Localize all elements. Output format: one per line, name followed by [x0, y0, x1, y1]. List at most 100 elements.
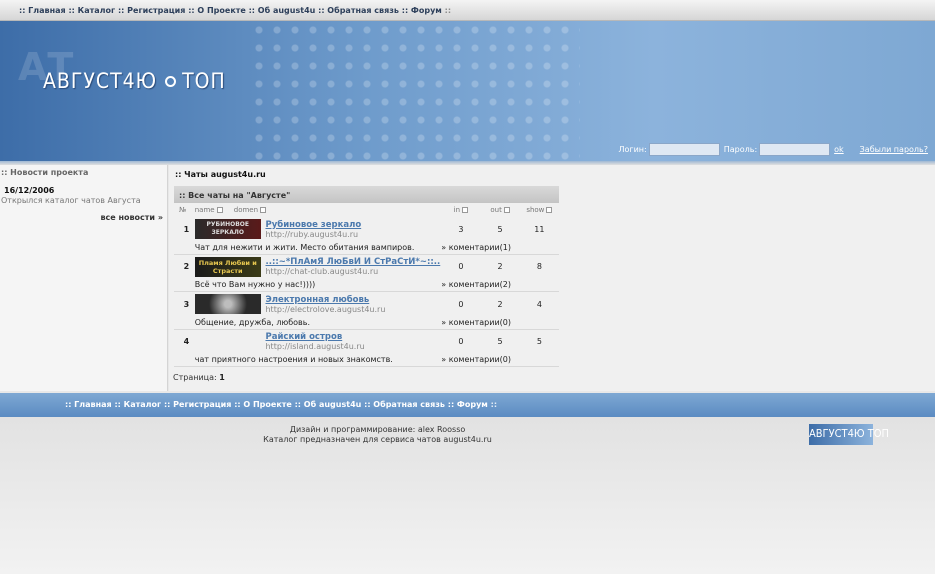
- logo-text-left: АВГУСТ4Ю: [43, 69, 158, 93]
- footnav-item[interactable]: :: Об august4u: [295, 400, 362, 409]
- sort-domen-checkbox[interactable]: [260, 207, 267, 213]
- topnav-item[interactable]: :: Регистрация: [118, 6, 185, 15]
- row-info: Электронная любовь http://electrolove.aug…: [262, 292, 441, 317]
- chat-title-link[interactable]: ..::~*ПлАмЯ ЛюБвИ И СтРаСтИ*~::..: [265, 257, 441, 267]
- table-row-description: Чат для нежити и жити. Место обитания ва…: [174, 241, 559, 255]
- site-logo[interactable]: АВГУСТ4Ю ТОП: [43, 69, 226, 93]
- forgot-password-link[interactable]: Забыли пароль?: [860, 145, 928, 154]
- panel-title: :: Все чаты на "Августе": [174, 186, 559, 203]
- sort-show-checkbox[interactable]: [546, 207, 553, 213]
- sort-out-checkbox[interactable]: [503, 207, 510, 213]
- chat-banner[interactable]: [195, 332, 261, 352]
- chat-show: 8: [536, 262, 542, 271]
- chat-url: http://electrolove.august4u.ru: [265, 304, 386, 314]
- page-title: :: Чаты august4u.ru: [175, 170, 266, 179]
- chat-out: 2: [497, 262, 503, 271]
- chat-in: 3: [458, 224, 464, 234]
- row-info: Райский остров http://island.august4u.ru: [262, 329, 441, 354]
- all-news-link[interactable]: все новости »: [100, 213, 163, 222]
- chat-description: Чат для нежити и жити. Место обитания ва…: [194, 241, 442, 255]
- row-thumb-cell: [195, 329, 263, 354]
- page-link[interactable]: 1: [219, 373, 225, 382]
- site-header: АТ АВГУСТ4Ю ТОП Логин: Пароль: ok Забыли пар…: [0, 21, 935, 161]
- news-title: :: Новости проекта: [1, 168, 89, 177]
- footer-navigation: :: Главная :: Каталог :: Регистрация :: …: [0, 393, 935, 417]
- chat-title-link[interactable]: Райский остров: [265, 332, 441, 342]
- login-input[interactable]: [648, 143, 720, 156]
- credits: Дизайн и программирование: alex Roosso К…: [0, 425, 755, 445]
- col-out-label: out: [490, 206, 502, 214]
- sort-in-checkbox[interactable]: [462, 207, 469, 213]
- col-in-label: in: [453, 206, 461, 214]
- row-thumb-cell: РУБИНОВОЕ ЗЕРКАЛО: [194, 217, 263, 241]
- col-show-label: show: [526, 206, 545, 214]
- col-domen-label: domen: [233, 206, 259, 214]
- row-info: Рубиновое зеркало http://ruby.august4u.ru: [262, 217, 441, 241]
- footer-logo[interactable]: АВГУСТ4Ю ТОП: [809, 424, 889, 445]
- topnav-item[interactable]: :: Об august4u: [249, 6, 316, 15]
- comments-link[interactable]: коментарии(2): [449, 280, 511, 289]
- chat-description: Всё что Вам нужно у нас!)))): [194, 278, 442, 292]
- topnav-item[interactable]: :: Главная: [19, 6, 66, 15]
- footnav-item[interactable]: :: Главная: [65, 400, 112, 409]
- chats-panel: :: Все чаты на "Августе" № name domen in…: [174, 186, 559, 367]
- logo-text-right: ТОП: [182, 69, 226, 93]
- col-no: №: [179, 206, 187, 214]
- site-footer: Дизайн и программирование: alex Roosso К…: [0, 417, 935, 574]
- chat-out: 2: [497, 299, 503, 309]
- table-row: 3 Электронная любовь http://electrolove.au…: [174, 292, 559, 317]
- login-form: Логин: Пароль: ok Забыли пароль?: [618, 143, 928, 156]
- chat-title-link[interactable]: Рубиновое зеркало: [265, 220, 441, 230]
- table-row: 2 Пламя Любви и Страсти ..::~*ПлАмЯ ЛюБвИ …: [174, 254, 559, 279]
- catalog-label: Каталог предназначен для сервиса чатов: [263, 435, 441, 444]
- row-number: 3: [183, 299, 190, 309]
- footnav-separator: ::: [490, 400, 498, 409]
- chat-banner[interactable]: [194, 294, 261, 314]
- password-input[interactable]: [759, 143, 831, 156]
- sort-name-checkbox[interactable]: [216, 207, 223, 213]
- comments-cell: » коментарии(0): [441, 316, 559, 330]
- chat-url: http://island.august4u.ru: [265, 342, 365, 351]
- row-number: 4: [183, 337, 190, 346]
- design-label: Дизайн и программирование:: [289, 425, 416, 434]
- footnav-item[interactable]: :: Регистрация: [164, 400, 231, 409]
- login-submit-button[interactable]: ok: [834, 145, 844, 154]
- pager-label: Страница:: [173, 373, 217, 382]
- main-content: :: Чаты august4u.ru :: Все чаты на "Авгу…: [169, 165, 935, 391]
- chat-title-link[interactable]: Электронная любовь: [265, 295, 441, 305]
- row-info: ..::~*ПлАмЯ ЛюБвИ И СтРаСтИ*~::.. http://…: [262, 254, 441, 279]
- topnav-item[interactable]: :: Форум: [402, 6, 442, 15]
- row-thumb-cell: Пламя Любви и Страсти: [194, 254, 263, 279]
- table-header-row: № name domen in out show: [174, 203, 559, 217]
- chats-table: № name domen in out show 1 РУБИНОВОЕ ЗЕРК…: [174, 203, 559, 367]
- table-row-description: чат приятного настроения и новых знакомс…: [174, 353, 559, 367]
- table-row: 4 Райский остров http://island.august4u.ru…: [174, 329, 559, 354]
- logo-circle-icon: [165, 75, 177, 87]
- chat-description: чат приятного настроения и новых знакомс…: [194, 353, 442, 367]
- news-sidebar: :: Новости проекта 16/12/2006 Открылся к…: [0, 165, 168, 391]
- chat-banner[interactable]: Пламя Любви и Страсти: [194, 256, 261, 277]
- chat-out: 5: [497, 337, 503, 346]
- footnav-item[interactable]: :: Форум: [448, 400, 488, 409]
- password-label: Пароль:: [723, 145, 758, 154]
- footnav-item[interactable]: :: Обратная связь: [364, 400, 445, 409]
- comments-cell: » коментарии(0): [441, 353, 559, 367]
- author-link[interactable]: alex Roosso: [418, 425, 465, 434]
- footnav-item[interactable]: :: Каталог: [114, 400, 161, 409]
- comments-link[interactable]: коментарии(1): [449, 243, 511, 252]
- comments-link[interactable]: коментарии(0): [449, 355, 511, 364]
- topnav-item[interactable]: :: Каталог: [68, 6, 115, 15]
- news-text: Открылся каталог чатов Августа: [1, 196, 141, 205]
- chat-in: 0: [458, 299, 464, 309]
- chat-show: 4: [536, 299, 542, 309]
- table-row-description: Всё что Вам нужно у нас!))))» коментарии…: [174, 278, 559, 292]
- chat-url: http://ruby.august4u.ru: [265, 229, 359, 239]
- table-row: 1 РУБИНОВОЕ ЗЕРКАЛО Рубиновое зеркало http:…: [174, 217, 559, 241]
- service-link[interactable]: august4u.ru: [443, 435, 492, 444]
- footnav-item[interactable]: :: О Проекте: [234, 400, 292, 409]
- topnav-item[interactable]: :: О Проекте: [188, 6, 246, 15]
- topnav-item[interactable]: :: Обратная связь: [318, 6, 399, 15]
- comments-link[interactable]: коментарии(0): [449, 318, 511, 327]
- topnav-separator: ::: [444, 6, 452, 15]
- chat-banner[interactable]: РУБИНОВОЕ ЗЕРКАЛО: [194, 219, 261, 239]
